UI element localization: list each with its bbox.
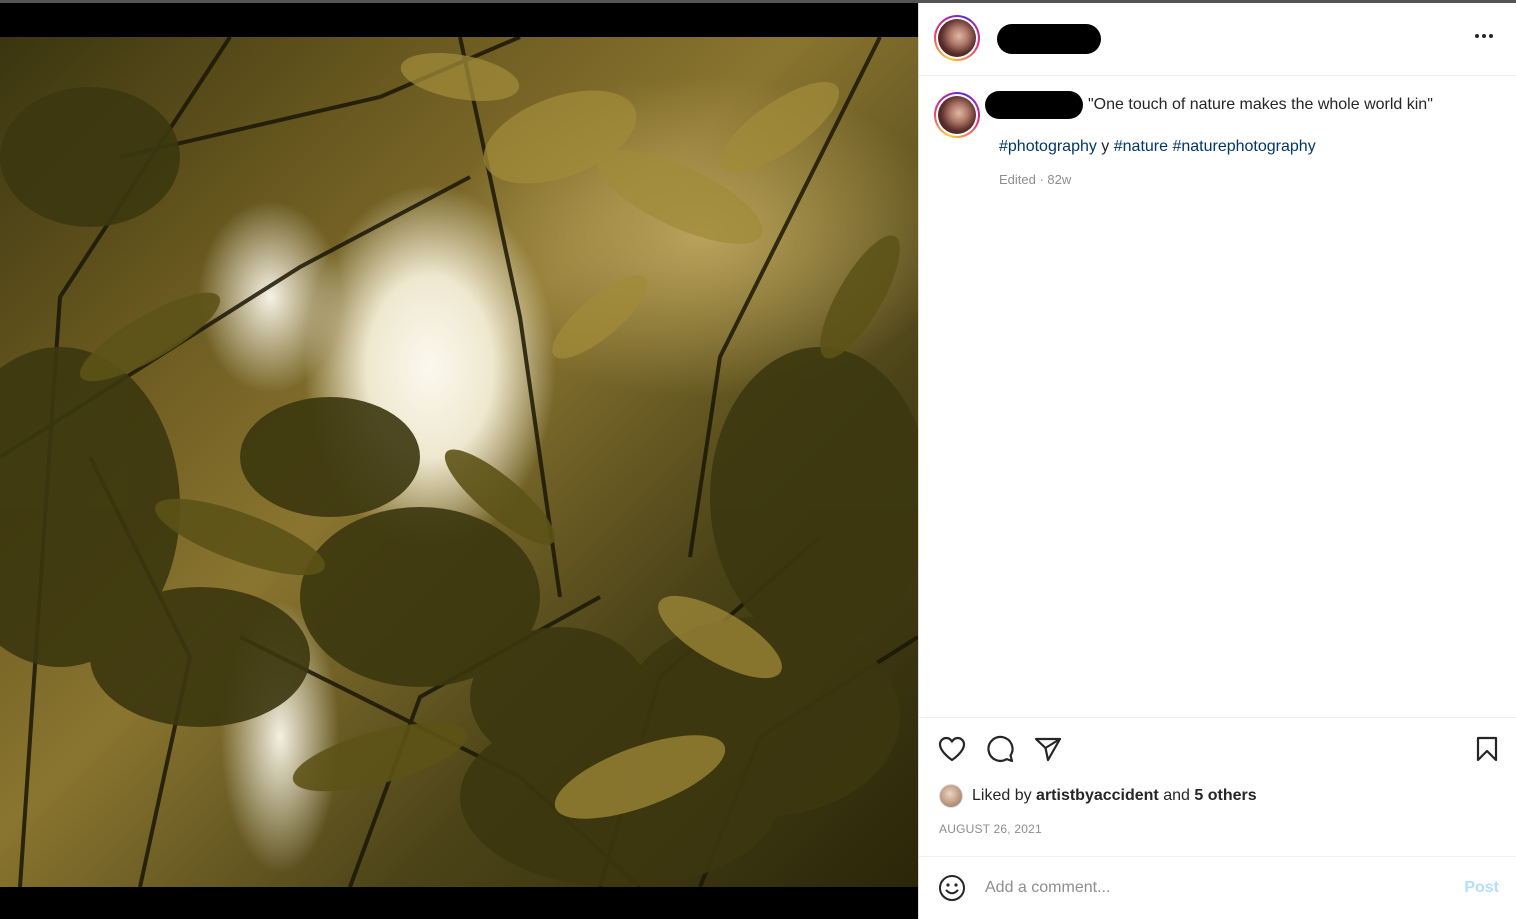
more-icon — [1475, 34, 1493, 38]
caption-text: "One touch of nature makes the whole wor… — [1088, 96, 1433, 113]
caption-section: "One touch of nature makes the whole wor… — [919, 77, 1516, 717]
caption-author-avatar[interactable] — [934, 92, 980, 138]
save-button[interactable] — [1472, 734, 1502, 764]
edited-timestamp[interactable]: Edited · 82w — [999, 172, 1071, 187]
comment-bar: Post — [919, 856, 1516, 919]
comment-icon — [987, 735, 1014, 763]
bookmark-icon — [1476, 736, 1498, 762]
author-avatar[interactable] — [934, 15, 980, 61]
comment-button[interactable] — [985, 734, 1015, 764]
post-date[interactable]: AUGUST 26, 2021 — [939, 822, 1042, 836]
post-media-container — [0, 3, 918, 919]
likes-prefix: Liked by — [972, 787, 1032, 804]
post-header — [919, 3, 1516, 76]
likes-joiner: and — [1163, 787, 1190, 804]
post-photo[interactable] — [0, 37, 918, 887]
like-button[interactable] — [937, 734, 967, 764]
liker-avatar[interactable] — [939, 784, 963, 808]
hashtag-nature[interactable]: #nature — [1114, 138, 1168, 155]
comment-input[interactable] — [985, 873, 1445, 903]
post-side-panel: "One touch of nature makes the whole wor… — [918, 3, 1516, 919]
caption-author-avatar-image — [938, 96, 976, 134]
hashtag-naturephotography[interactable]: #naturephotography — [1172, 138, 1315, 155]
foliage-illustration — [0, 37, 918, 887]
emoji-icon — [939, 875, 965, 901]
author-avatar-image — [938, 19, 976, 57]
heart-icon — [938, 736, 966, 762]
action-bar: Liked by artistbyaccident and 5 others A… — [919, 717, 1516, 857]
share-button[interactable] — [1033, 734, 1063, 764]
hashtag-photography[interactable]: #photography — [999, 138, 1097, 155]
liker-username[interactable]: artistbyaccident — [1036, 787, 1159, 805]
more-options-button[interactable] — [1471, 23, 1497, 49]
post-comment-button[interactable]: Post — [1464, 879, 1499, 897]
hashtag-joiner: y — [1096, 138, 1114, 155]
emoji-button[interactable] — [937, 873, 967, 903]
likes-others-link[interactable]: 5 others — [1194, 787, 1256, 805]
hashtags: #photography y #nature #naturephotograph… — [999, 138, 1316, 156]
redacted-username — [997, 24, 1101, 54]
likes-summary: Liked by artistbyaccident and 5 others — [939, 784, 1257, 808]
redacted-caption-username — [985, 91, 1083, 119]
paper-plane-icon — [1034, 737, 1062, 762]
